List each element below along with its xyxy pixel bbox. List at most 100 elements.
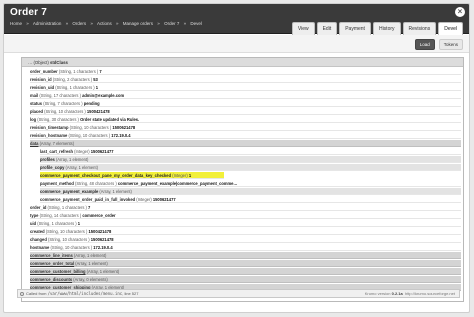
breadcrumb-separator: » [157,21,160,26]
krumo-row: order_id (String, 1 characters ) 7 [30,204,461,211]
krumo-type: (Integer) [172,173,188,178]
subtab-load[interactable]: Load [414,39,435,50]
krumo-key: commerce_customer_billing [30,269,86,274]
krumo-row: commerce_payment_checkout_pane_my_order_… [40,172,224,179]
krumo-link[interactable]: http://krumo.sourceforge.net [405,291,455,296]
krumo-key: status [30,101,43,106]
krumo-value: admin@example.com [82,93,125,98]
krumo-dump: … (Object) stdClass order_number (String… [21,57,464,302]
close-icon[interactable]: × [455,7,465,17]
krumo-expandable-row[interactable]: commerce_customer_billing (Array, 1 elem… [30,268,461,275]
krumo-type: (String, 1 characters ) [37,221,77,226]
page-title: Order 7 [10,7,47,18]
krumo-expandable-row[interactable]: data (Array, 7 elements) [30,140,461,147]
krumo-type: (Array, 1 element) [99,189,132,194]
krumo-type: (String, 14 characters ) [39,213,82,218]
krumo-root-class: stdClass [49,60,68,65]
breadcrumb-manage-orders[interactable]: Manage orders [123,21,153,26]
krumo-expandable-row[interactable]: commerce_discounts (Array, 0 elements) [30,276,461,283]
krumo-type: (String, 1 characters ) [58,69,99,74]
secondary-tabs-bar: Load Tokens [4,35,469,53]
krumo-type: (String, 7 characters ) [43,101,83,106]
krumo-type: (String, 17 characters ) [39,93,81,98]
krumo-value: 1 [77,221,81,226]
krumo-row: revision_id (String, 2 characters ) 53 [30,76,461,83]
krumo-row: last_cart_refresh (Integer) 1500621477 [40,148,461,155]
krumo-type: (String, 10 characters ) [47,237,90,242]
subtab-tokens[interactable]: Tokens [438,39,463,50]
devel-dialog: Order 7 Home » Administration » Orders »… [3,3,470,313]
called-from-path: /var/www/html/includes/menu.inc [47,291,123,296]
krumo-type: (Array, 1 element) [65,165,98,170]
krumo-value: 1500621477 [90,149,114,154]
line-label: , line [122,291,132,296]
krumo-row: payment_method (String, 48 characters ) … [40,180,461,187]
krumo-type: (Array, 1 element) [55,157,89,162]
krumo-row: revision_timestamp (String, 10 character… [30,124,461,131]
krumo-type: (Integer) [74,149,90,154]
krumo-type: (String, 1 characters ) [47,205,87,210]
krumo-key: hostname [30,245,50,250]
krumo-key: placed [30,109,43,114]
version-number: 0.2.1a [391,291,403,296]
krumo-value: 1500421478 [88,229,112,234]
krumo-row: placed (String, 10 characters ) 15004214… [30,108,461,115]
krumo-key: created [30,229,45,234]
breadcrumb-actions[interactable]: Actions [97,21,112,26]
breadcrumb-separator: » [26,21,29,26]
krumo-row: revision_hostname (String, 10 characters… [30,132,461,139]
krumo-key: commerce_payment_example [40,189,99,194]
version-label: Krumo version [364,291,392,296]
krumo-root-node[interactable]: … (Object) stdClass [22,58,463,67]
krumo-key: last_cart_refresh [40,149,73,154]
krumo-expandable-row[interactable]: profiles (Array, 1 element) [40,156,461,163]
krumo-key: order_id [30,205,47,210]
krumo-value: 7 [99,69,102,74]
breadcrumb-separator: » [115,21,119,26]
krumo-key: uid [30,221,37,226]
krumo-type: (Integer) [136,197,152,202]
krumo-type: (Array, 1 element) [75,261,108,266]
breadcrumb-home[interactable]: Home [10,21,22,26]
krumo-key: changed [30,237,47,242]
krumo-row: mail (String, 17 characters ) admin@exam… [30,92,461,99]
breadcrumb-separator: » [183,21,187,26]
secondary-tabs: Load Tokens [414,39,463,50]
krumo-key: commerce_line_items [30,253,73,258]
krumo-key: revision_timestamp [30,125,69,130]
krumo-row: uid (String, 1 characters ) 1 [30,220,461,227]
krumo-type: (String, 2 characters ) [52,77,93,82]
krumo-type: (String, 10 characters ) [69,125,112,130]
krumo-type: (String, 10 characters ) [50,245,93,250]
krumo-expandable-row[interactable]: profile_copy (Array, 1 element) [40,164,461,171]
breadcrumb-orders[interactable]: Orders [72,21,86,26]
krumo-key: profiles [40,157,55,162]
breadcrumb-separator: » [65,21,69,26]
krumo-key: revision_hostname [30,133,68,138]
krumo-value: commerce_order [82,213,116,218]
called-from-label: Called from [26,291,48,296]
info-icon [20,292,24,296]
krumo-key: payment_method [40,181,74,186]
krumo-key: revision_id [30,77,52,82]
breadcrumb-separator: » [90,21,93,26]
krumo-expandable-row[interactable]: commerce_payment_example (Array, 1 eleme… [40,188,461,195]
krumo-expandable-row[interactable]: commerce_order_total (Array, 1 element) [30,260,461,267]
krumo-value: 172.19.0.4 [111,133,131,138]
breadcrumb-devel[interactable]: Devel [190,21,202,26]
krumo-key: revision_uid [30,85,55,90]
krumo-value: 7 [88,205,91,210]
dialog-header: Order 7 Home » Administration » Orders »… [4,4,469,37]
breadcrumb-order-7[interactable]: Order 7 [164,21,179,26]
krumo-key: commerce_order_total [30,261,75,266]
krumo-key: data [30,141,39,146]
krumo-type: (String, 1 characters ) [55,85,95,90]
krumo-type: (String, 10 characters ) [44,109,86,114]
krumo-value: 1500621477 [152,197,176,202]
breadcrumb-administration[interactable]: Administration [33,21,62,26]
krumo-value: 1 [188,173,192,178]
krumo-type: (Array, 1 element) [73,253,107,258]
krumo-type: (Array, 0 elements) [73,277,108,282]
krumo-type: (Array, 1 element) [86,269,120,274]
krumo-expandable-row[interactable]: commerce_line_items (Array, 1 element) [30,252,461,259]
